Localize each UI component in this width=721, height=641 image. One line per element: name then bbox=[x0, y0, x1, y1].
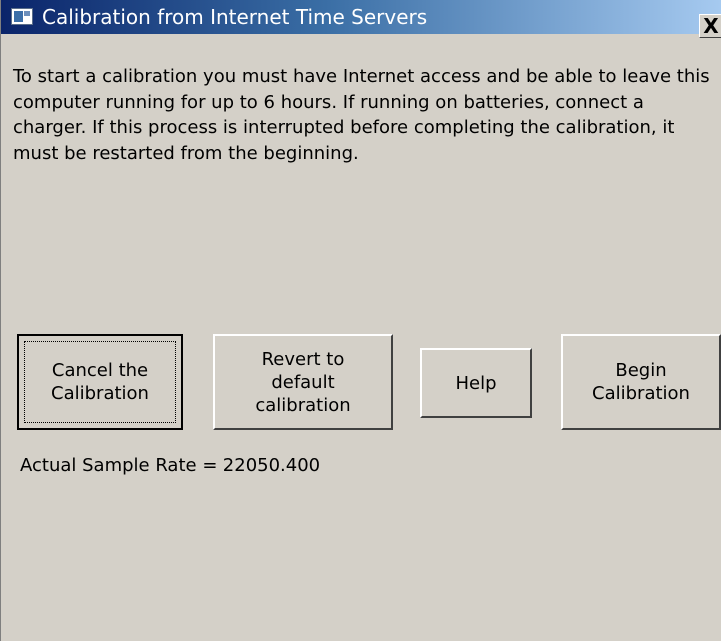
begin-calibration-button[interactable]: Begin Calibration bbox=[561, 334, 721, 430]
instructions-text: To start a calibration you must have Int… bbox=[13, 66, 710, 164]
begin-calibration-label: Begin Calibration bbox=[592, 359, 690, 405]
sample-rate-readout: Actual Sample Rate = 22050.400 bbox=[20, 455, 320, 477]
calibration-dialog: Calibration from Internet Time Servers X… bbox=[0, 0, 721, 641]
cancel-label-line-1: Cancel the bbox=[51, 360, 149, 381]
revert-label-line-1: Revert to bbox=[261, 348, 345, 370]
sample-rate-value: 22050.400 bbox=[222, 455, 321, 476]
window-app-icon-pane-small bbox=[24, 11, 30, 16]
sample-rate-label: Actual Sample Rate = bbox=[20, 455, 218, 476]
title-bar[interactable]: Calibration from Internet Time Servers bbox=[1, 0, 721, 34]
revert-calibration-label: Revert to default calibration bbox=[255, 348, 350, 417]
close-button[interactable]: X bbox=[699, 14, 721, 38]
begin-label-line-2: Calibration bbox=[592, 383, 690, 404]
window-app-icon bbox=[11, 8, 33, 25]
window-app-icon-pane bbox=[14, 11, 23, 22]
help-label: Help bbox=[455, 372, 497, 394]
cancel-calibration-label: Cancel the Calibration bbox=[51, 359, 149, 405]
revert-label-line-3: calibration bbox=[255, 394, 351, 416]
cancel-label-line-2: Calibration bbox=[51, 383, 149, 404]
cancel-calibration-button[interactable]: Cancel the Calibration bbox=[17, 334, 183, 430]
close-icon: X bbox=[703, 14, 719, 38]
begin-label-line-1: Begin bbox=[615, 360, 667, 381]
revert-label-line-2: default bbox=[271, 371, 335, 393]
help-button[interactable]: Help bbox=[420, 348, 532, 418]
window-title: Calibration from Internet Time Servers bbox=[42, 5, 428, 29]
revert-default-calibration-button[interactable]: Revert to default calibration bbox=[213, 334, 393, 430]
